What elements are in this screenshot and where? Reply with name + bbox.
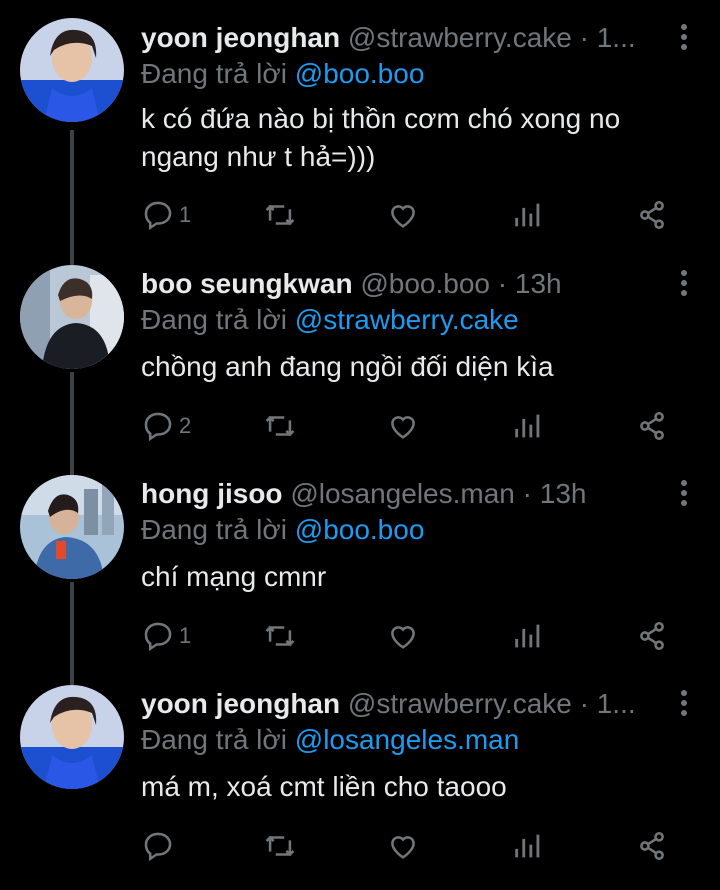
share-button[interactable] [635,195,669,235]
tweet[interactable]: yoon jeonghan @strawberry.cake · 1... Đa… [0,0,720,231]
reply-icon [144,201,172,231]
reply-icon [144,832,172,862]
reply-count: 1 [179,623,192,648]
share-button[interactable] [635,826,669,866]
reply-count: 1 [179,202,192,227]
retweet-icon [265,415,295,437]
like-button[interactable] [386,406,420,446]
display-name[interactable]: yoon jeonghan [141,688,340,719]
replying-to-handle[interactable]: @boo.boo [295,58,425,89]
avatar[interactable] [20,18,124,122]
reply-icon [144,412,172,442]
share-icon [640,831,664,861]
display-name[interactable]: boo seungkwan [141,268,353,299]
analytics-icon [515,414,540,438]
replying-to-label: Đang trả lời [141,58,287,89]
avatar[interactable] [20,265,124,369]
display-name[interactable]: hong jisoo [141,478,283,509]
tweet-header: hong jisoo @losangeles.man · 13h [141,476,661,512]
share-button[interactable] [635,616,669,656]
replying-to-label: Đang trả lời [141,304,287,335]
retweet-icon [265,625,295,647]
reply-count: 2 [179,413,192,438]
reply-button[interactable]: 2 [141,406,191,446]
reply-icon [144,622,172,652]
share-icon [640,621,664,651]
analytics-button[interactable] [511,195,545,235]
analytics-button[interactable] [511,826,545,866]
share-icon [640,200,664,230]
replying-to: Đang trả lời @strawberry.cake [141,302,519,338]
like-icon [391,836,415,859]
display-name[interactable]: yoon jeonghan [141,22,340,53]
analytics-icon [515,203,540,227]
more-icon[interactable] [680,480,688,510]
replying-to-label: Đang trả lời [141,514,287,545]
more-icon[interactable] [680,24,688,54]
retweet-icon [265,204,295,226]
retweet-button[interactable] [263,616,297,656]
share-icon [640,411,664,441]
tweet-text: má m, xoá cmt liền cho taooo [141,771,507,802]
tweet-text: chồng anh đang ngồi đối diện kìa [141,351,554,382]
replying-to-label: Đang trả lời [141,724,287,755]
replying-to: Đang trả lời @losangeles.man [141,722,519,758]
action-bar: 1 [141,616,681,656]
replying-to: Đang trả lời @boo.boo [141,56,424,92]
reply-button[interactable]: 1 [141,616,191,656]
reply-button[interactable] [141,826,179,866]
more-icon[interactable] [680,270,688,300]
analytics-button[interactable] [511,406,545,446]
like-icon [391,205,415,228]
analytics-icon [515,624,540,648]
retweet-button[interactable] [263,826,297,866]
tweet[interactable]: yoon jeonghan @strawberry.cake · 1... Đa… [0,680,720,890]
retweet-button[interactable] [263,406,297,446]
like-icon [391,626,415,649]
action-bar: 1 [141,195,681,235]
tweet-text: k có đứa nào bị thồn cơm chó xong no nga… [141,103,621,172]
handle-time: @boo.boo · 13h [360,268,562,299]
reply-button[interactable]: 1 [141,195,191,235]
action-bar: 2 [141,406,681,446]
replying-to-handle[interactable]: @strawberry.cake [295,304,519,335]
tweet-header: yoon jeonghan @strawberry.cake · 1... [141,686,661,722]
tweet[interactable]: boo seungkwan @boo.boo · 13h Đang trả lờ… [0,260,720,470]
replying-to-handle[interactable]: @boo.boo [295,514,425,545]
avatar[interactable] [20,685,124,789]
handle-time: @losangeles.man · 13h [290,478,587,509]
analytics-icon [515,834,540,858]
retweet-button[interactable] [263,195,297,235]
like-button[interactable] [386,195,420,235]
tweet-text: chí mạng cmnr [141,561,327,592]
replying-to: Đang trả lời @boo.boo [141,512,424,548]
tweet-header: boo seungkwan @boo.boo · 13h [141,266,661,302]
handle-time: @strawberry.cake · 1... [347,22,636,53]
share-button[interactable] [635,406,669,446]
tweet-header: yoon jeonghan @strawberry.cake · 1... [141,20,661,56]
more-icon[interactable] [680,690,688,720]
action-bar [141,826,681,866]
avatar[interactable] [20,475,124,579]
like-button[interactable] [386,616,420,656]
analytics-button[interactable] [511,616,545,656]
retweet-icon [265,835,295,857]
handle-time: @strawberry.cake · 1... [347,688,636,719]
like-button[interactable] [386,826,420,866]
tweet[interactable]: hong jisoo @losangeles.man · 13h Đang tr… [0,470,720,680]
replying-to-handle[interactable]: @losangeles.man [295,724,520,755]
like-icon [391,416,415,439]
